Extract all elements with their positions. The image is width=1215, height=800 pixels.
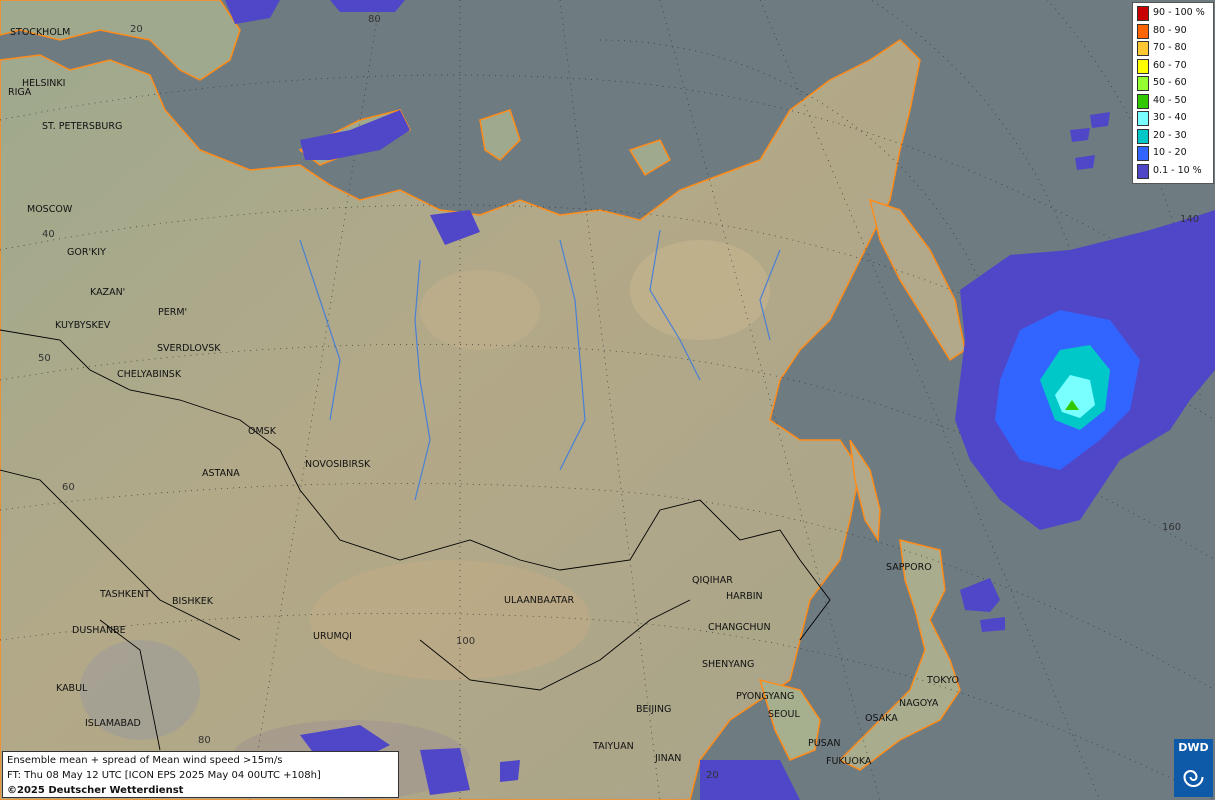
- copyright: ©2025 Deutscher Wetterdienst: [7, 785, 184, 796]
- city-label: ISLAMABAD: [85, 718, 141, 729]
- city-label: STOCKHOLM: [10, 27, 70, 38]
- city-label: SVERDLOVSK: [157, 343, 221, 354]
- city-label: NAGOYA: [899, 698, 939, 709]
- legend-swatch: [1137, 128, 1149, 144]
- legend-swatch: [1137, 111, 1149, 126]
- city-label: OMSK: [248, 426, 277, 437]
- grid-label: 20: [706, 770, 719, 781]
- city-label: NOVOSIBIRSK: [305, 459, 371, 470]
- city-label: HARBIN: [726, 591, 763, 602]
- city-label: SHENYANG: [702, 659, 754, 670]
- grid-label: 140: [1180, 214, 1199, 225]
- city-label: TAIYUAN: [592, 741, 634, 752]
- city-label: FUKUOKA: [826, 756, 872, 767]
- legend-row: 20 - 30: [1135, 128, 1211, 144]
- city-label: ULAANBAATAR: [504, 595, 574, 606]
- legend-label: 10 - 20: [1153, 147, 1187, 158]
- legend-row: 0.1 - 10 %: [1135, 163, 1211, 179]
- legend-label: 50 - 60: [1153, 77, 1187, 88]
- city-label: QIQIHAR: [692, 575, 733, 586]
- prob-patch: [1070, 128, 1090, 142]
- legend-row: 50 - 60: [1135, 75, 1211, 91]
- city-label: SEOUL: [768, 709, 800, 720]
- city-label: KABUL: [56, 683, 88, 694]
- legend-label: 90 - 100 %: [1153, 7, 1205, 18]
- legend-row: 80 - 90: [1135, 23, 1211, 39]
- legend-label: 20 - 30: [1153, 129, 1187, 141]
- probability-legend: 90 - 100 % 80 - 90 70 - 80 60 - 70 50 - …: [1132, 2, 1214, 184]
- legend-swatch: [1137, 41, 1149, 56]
- city-label: CHELYABINSK: [117, 369, 182, 380]
- city-label: DUSHANBE: [72, 625, 126, 636]
- legend-label: 0.1 - 10 %: [1153, 164, 1202, 176]
- legend-swatch: [1137, 93, 1149, 109]
- legend-row: 60 - 70: [1135, 58, 1211, 74]
- city-label: URUMQI: [313, 631, 352, 642]
- city-label: RIGA: [8, 87, 32, 98]
- legend-label: 80 - 90: [1153, 24, 1187, 36]
- legend-swatch: [1137, 76, 1149, 91]
- grid-label: 60: [62, 482, 75, 493]
- prob-patch: [330, 0, 405, 12]
- prob-patch: [500, 760, 520, 782]
- city-label: BISHKEK: [172, 596, 214, 607]
- city-label: KAZAN': [90, 287, 125, 298]
- legend-swatch: [1137, 146, 1149, 161]
- city-label: PERM': [158, 307, 187, 318]
- dwd-logo-icon: [1183, 770, 1204, 787]
- legend-row: 40 - 50: [1135, 93, 1211, 109]
- grid-label: 80: [368, 14, 381, 25]
- grid-label: 100: [456, 636, 475, 647]
- legend-label: 40 - 50: [1153, 94, 1187, 106]
- forecast-info-box: Ensemble mean + spread of Mean wind spee…: [2, 751, 399, 798]
- city-label: PUSAN: [808, 738, 841, 749]
- legend-swatch: [1137, 163, 1149, 179]
- grid-label: 40: [42, 229, 55, 240]
- terrain-gobi: [310, 560, 590, 680]
- legend-label: 30 - 40: [1153, 112, 1187, 123]
- legend-row: 90 - 100 %: [1135, 5, 1211, 21]
- dwd-logo: DWD: [1174, 739, 1213, 797]
- grid-label: 160: [1162, 522, 1181, 533]
- legend-label: 70 - 80: [1153, 42, 1187, 53]
- city-label: CHANGCHUN: [708, 622, 771, 633]
- grid-label: 20: [130, 24, 143, 35]
- city-label: SAPPORO: [886, 562, 932, 573]
- legend-label: 60 - 70: [1153, 59, 1187, 71]
- grid-label: 50: [38, 353, 51, 364]
- grid-label: 80: [198, 735, 211, 746]
- legend-row: 70 - 80: [1135, 40, 1211, 56]
- city-label: ST. PETERSBURG: [42, 121, 122, 132]
- city-label: ASTANA: [202, 468, 240, 479]
- product-description: Ensemble mean + spread of Mean wind spee…: [7, 755, 283, 766]
- legend-swatch: [1137, 58, 1149, 74]
- forecast-map: STOCKHOLM HELSINKI RIGA ST. PETERSBURG M…: [0, 0, 1215, 800]
- city-label: TASHKENT: [99, 589, 150, 600]
- legend-row: 30 - 40: [1135, 110, 1211, 126]
- city-label: JINAN: [654, 753, 681, 764]
- legend-row: 10 - 20: [1135, 145, 1211, 161]
- city-label: OSAKA: [865, 713, 898, 724]
- city-label: MOSCOW: [27, 204, 73, 215]
- city-label: BEIJING: [636, 704, 671, 715]
- terrain-central-siberia: [420, 270, 540, 350]
- forecast-time: FT: Thu 08 May 12 UTC [ICON EPS 2025 May…: [7, 770, 321, 781]
- legend-swatch: [1137, 23, 1149, 39]
- city-label: TOKYO: [926, 675, 959, 686]
- terrain-verkhoyansk: [630, 240, 770, 340]
- city-label: GOR'KIY: [67, 247, 106, 258]
- city-label: KUYBYSKEV: [55, 320, 111, 331]
- city-label: PYONGYANG: [736, 691, 794, 702]
- legend-swatch: [1137, 6, 1149, 21]
